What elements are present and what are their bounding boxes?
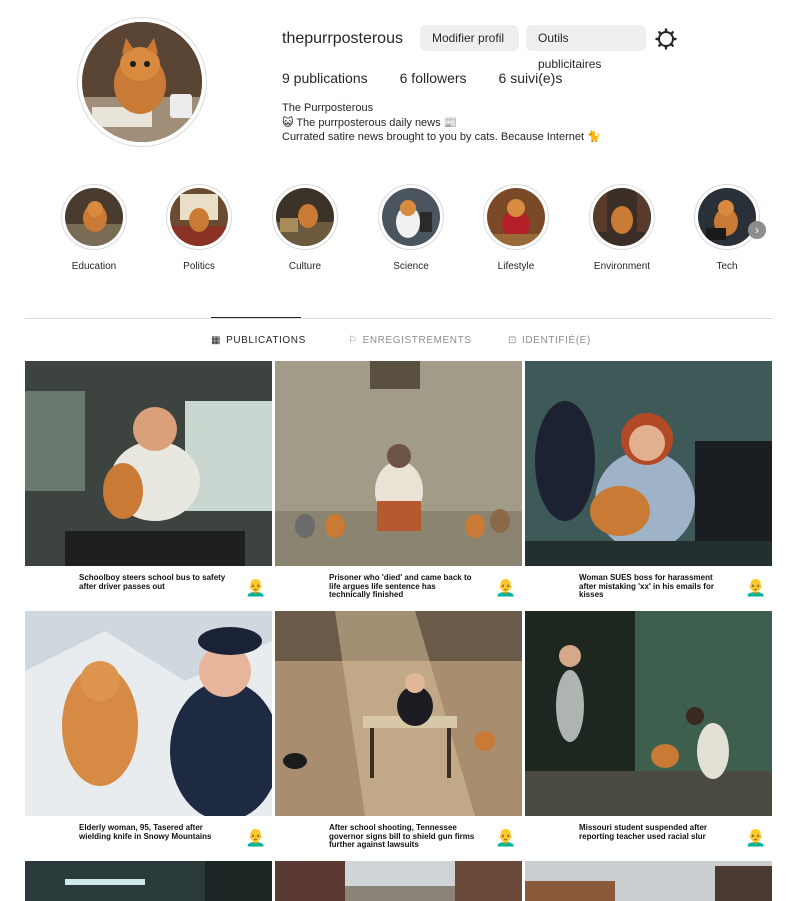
highlight-label: Education	[71, 261, 117, 272]
tag-user-icon: ⊡	[508, 335, 517, 346]
post-caption-text: Woman SUES boss for harassment after mis…	[579, 573, 714, 600]
highlight-culture[interactable]: Culture	[268, 184, 342, 272]
post-caption-text: Schoolboy steers school bus to safety af…	[79, 573, 226, 591]
following-count[interactable]: 6 suivi(e)s	[499, 70, 563, 86]
highlight-politics-image	[170, 188, 228, 246]
profile-stats: 9 publications 6 followers 6 suivi(e)s	[282, 70, 562, 86]
tab-label: ENREGISTREMENTS	[362, 335, 472, 346]
tab-saved[interactable]: ⚐ ENREGISTREMENTS	[348, 335, 472, 346]
post-tile[interactable]: Schoolboy steers school bus to safety af…	[25, 361, 272, 608]
post-tile[interactable]	[275, 861, 522, 901]
post-tile[interactable]: Prisoner who 'died' and came back to lif…	[275, 361, 522, 608]
highlight-science-image	[382, 188, 440, 246]
highlight-label: Science	[393, 261, 429, 272]
post-tile[interactable]: Missouri student suspended after reporti…	[525, 611, 772, 858]
post-caption-text: Prisoner who 'died' and came back to lif…	[329, 573, 472, 600]
profile-avatar[interactable]	[77, 17, 207, 147]
man-bald-emoji-icon: 👨‍🦲	[495, 578, 517, 597]
post-tile[interactable]	[525, 861, 772, 901]
tabs-divider	[25, 318, 773, 319]
highlights-next-arrow-icon[interactable]: ›	[748, 221, 766, 239]
man-bald-emoji-icon: 👨‍🦲	[245, 578, 267, 597]
post-caption: Elderly woman, 95, Tasered after wieldin…	[25, 816, 272, 858]
post-image	[275, 861, 522, 901]
highlight-label: Environment	[593, 261, 651, 272]
ad-tools-button[interactable]: Outils publicitaires	[526, 25, 646, 71]
post-image	[275, 611, 522, 816]
bio-name: The Purrposterous	[282, 102, 374, 114]
post-image	[525, 361, 772, 566]
highlight-label: Culture	[288, 261, 322, 272]
edit-profile-button[interactable]: Modifier profil	[420, 25, 519, 51]
post-image	[25, 361, 272, 566]
followers-count[interactable]: 6 followers	[400, 70, 467, 86]
post-caption-text: Elderly woman, 95, Tasered after wieldin…	[79, 823, 212, 841]
bio-line-1: 😺 The purrposterous daily news 📰	[282, 116, 458, 129]
post-caption-text: After school shooting, Tennessee governo…	[329, 823, 475, 850]
highlight-lifestyle-image	[487, 188, 545, 246]
highlight-culture-image	[276, 188, 334, 246]
man-bald-emoji-icon: 👨‍🦲	[245, 828, 267, 847]
post-caption: Schoolboy steers school bus to safety af…	[25, 566, 272, 608]
highlight-label: Politics	[183, 261, 215, 272]
highlight-politics[interactable]: Politics	[162, 184, 236, 272]
post-tile[interactable]	[25, 861, 272, 901]
highlight-label: Lifestyle	[497, 261, 535, 272]
man-bald-emoji-icon: 👨‍🦲	[495, 828, 517, 847]
profile-bio: The Purrposterous 😺 The purrposterous da…	[282, 101, 601, 145]
tab-tagged[interactable]: ⊡ IDENTIFIÉ(E)	[508, 335, 591, 346]
highlight-education[interactable]: Education	[57, 184, 131, 272]
settings-gear-icon[interactable]	[654, 27, 678, 51]
bookmark-icon: ⚐	[348, 335, 358, 346]
bio-line-2: Currated satire news brought to you by c…	[282, 131, 601, 143]
post-image	[525, 861, 772, 901]
tab-publications[interactable]: ▦ PUBLICATIONS	[211, 335, 306, 346]
highlight-science[interactable]: Science	[374, 184, 448, 272]
story-highlights: Education Politics Culture Science Lifes…	[0, 184, 798, 284]
post-tile[interactable]: After school shooting, Tennessee governo…	[275, 611, 522, 858]
man-bald-emoji-icon: 👨‍🦲	[745, 828, 767, 847]
post-image	[275, 361, 522, 566]
post-caption: Woman SUES boss for harassment after mis…	[525, 566, 772, 608]
highlight-education-image	[65, 188, 123, 246]
publications-count: 9 publications	[282, 70, 368, 86]
post-caption: Prisoner who 'died' and came back to lif…	[275, 566, 522, 608]
highlight-tech-image	[698, 188, 756, 246]
active-tab-indicator	[211, 317, 301, 318]
grid-icon: ▦	[211, 335, 222, 346]
post-tile[interactable]: Elderly woman, 95, Tasered after wieldin…	[25, 611, 272, 858]
profile-username: thepurrposterous	[282, 30, 403, 47]
post-image	[25, 861, 272, 901]
man-bald-emoji-icon: 👨‍🦲	[745, 578, 767, 597]
highlight-label: Tech	[716, 261, 738, 272]
post-tile[interactable]: Woman SUES boss for harassment after mis…	[525, 361, 772, 608]
highlight-environment[interactable]: Environment	[585, 184, 659, 272]
profile-avatar-image	[82, 22, 202, 142]
highlight-lifestyle[interactable]: Lifestyle	[479, 184, 553, 272]
post-caption-text: Missouri student suspended after reporti…	[579, 823, 708, 841]
post-image	[525, 611, 772, 816]
post-caption: After school shooting, Tennessee governo…	[275, 816, 522, 858]
post-caption: Missouri student suspended after reporti…	[525, 816, 772, 858]
tab-label: PUBLICATIONS	[226, 335, 306, 346]
post-image	[25, 611, 272, 816]
tab-label: IDENTIFIÉ(E)	[521, 335, 591, 346]
highlight-environment-image	[593, 188, 651, 246]
